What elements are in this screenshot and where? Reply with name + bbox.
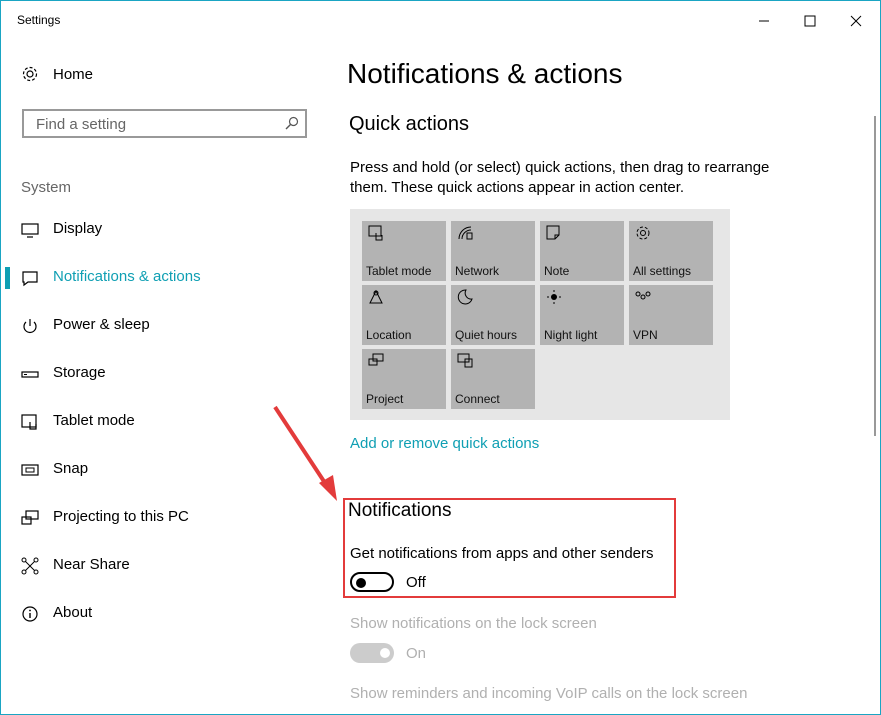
tile-label: Project [366,392,404,406]
minimize-button[interactable] [741,1,787,41]
tile-label: Network [455,264,500,278]
quick-action-tile-note[interactable]: Note [540,221,624,281]
section-label-system: System [21,179,72,196]
sidebar-item-label: Power & sleep [53,316,150,333]
display-icon [21,223,39,238]
sidebar-item-label: Display [53,220,103,237]
quick-action-tile-location[interactable]: Location [362,285,446,345]
about-icon [22,606,38,622]
active-indicator [5,267,10,289]
tile-label: All settings [633,264,692,278]
close-icon [850,15,862,27]
moon-icon [457,289,473,305]
quick-action-tile-connect[interactable]: Connect [451,349,535,409]
page-title: Notifications & actions [347,58,623,89]
gear-icon [22,66,38,82]
vpn-icon [635,291,651,300]
storage-icon [21,371,39,378]
window-title: Settings [17,13,61,27]
project-icon [368,353,384,366]
gear-icon [636,226,650,240]
note-icon [546,225,560,240]
sidebar-item-label: Storage [53,364,106,381]
toggle-knob [356,578,366,588]
search-icon[interactable] [285,116,299,130]
tablet-mode-icon [21,414,37,430]
notifications-icon [22,271,38,287]
tile-label: Location [366,328,412,342]
sidebar-item-label: About [53,604,93,621]
network-icon [458,226,473,240]
minimize-icon [759,20,769,22]
get-notifications-toggle[interactable] [350,572,394,592]
get-notifications-state: Off [406,574,426,591]
quick-actions-grid: Tablet mode Network Note All settings Lo… [350,209,730,420]
quick-actions-description: Press and hold (or select) quick actions… [350,159,770,196]
quick-actions-heading: Quick actions [349,113,470,135]
sidebar-item-display[interactable]: Display [1,209,331,249]
sidebar-item-near-share[interactable]: Near Share [1,545,331,585]
notifications-heading: Notifications [348,500,452,521]
sidebar-item-notifications[interactable]: Notifications & actions [1,257,331,297]
quick-action-tile-all-settings[interactable]: All settings [629,221,713,281]
scrollbar[interactable] [874,116,876,436]
sidebar-item-label: Notifications & actions [53,268,201,285]
tile-label: Night light [544,328,598,342]
quick-action-tile-project[interactable]: Project [362,349,446,409]
quick-action-tile-tablet-mode[interactable]: Tablet mode [362,221,446,281]
tile-label: Tablet mode [366,264,432,278]
reminders-voip-label: Show reminders and incoming VoIP calls o… [350,685,748,702]
sidebar-item-power-sleep[interactable]: Power & sleep [1,305,331,345]
tablet-mode-icon [368,225,383,241]
connect-icon [457,353,473,368]
sidebar-item-about[interactable]: About [1,593,331,633]
red-arrow-annotation [273,405,337,501]
home-nav-item[interactable]: Home [21,65,93,83]
close-button[interactable] [833,1,879,41]
tile-label: Note [544,264,570,278]
quick-action-tile-network[interactable]: Network [451,221,535,281]
sidebar-item-label: Snap [53,460,89,477]
quick-action-tile-quiet-hours[interactable]: Quiet hours [451,285,535,345]
projecting-icon [21,510,39,525]
title-bar: Settings [1,1,880,41]
lock-screen-notifications-label: Show notifications on the lock screen [350,615,597,632]
sidebar-item-label: Projecting to this PC [53,508,189,525]
lock-screen-notifications-toggle[interactable] [350,643,394,663]
search-box[interactable] [22,109,307,138]
main-content: Notifications & actions Quick actions Pr… [331,41,880,714]
power-icon [23,319,37,333]
toggle-knob [380,648,390,658]
home-label: Home [53,65,94,83]
sidebar-item-label: Near Share [53,556,130,573]
maximize-icon [804,15,816,27]
quick-action-tile-vpn[interactable]: VPN [629,285,713,345]
sidebar-item-label: Tablet mode [53,412,135,429]
location-icon [369,289,383,304]
sidebar-item-storage[interactable]: Storage [1,353,331,393]
search-input[interactable] [34,115,278,134]
settings-window: Settings Home System [0,0,881,715]
maximize-button[interactable] [787,1,833,41]
quick-action-tile-night-light[interactable]: Night light [540,285,624,345]
tile-label: VPN [633,328,658,342]
sidebar: Home System Display Notifications & acti… [1,41,331,714]
near-share-icon [21,557,39,575]
snap-icon [21,464,39,476]
tile-label: Quiet hours [455,328,518,342]
add-remove-quick-actions-link[interactable]: Add or remove quick actions [350,435,539,452]
lock-screen-notifications-state: On [406,645,427,662]
get-notifications-label: Get notifications from apps and other se… [350,545,654,562]
tile-label: Connect [455,392,500,406]
night-light-icon [547,290,561,304]
